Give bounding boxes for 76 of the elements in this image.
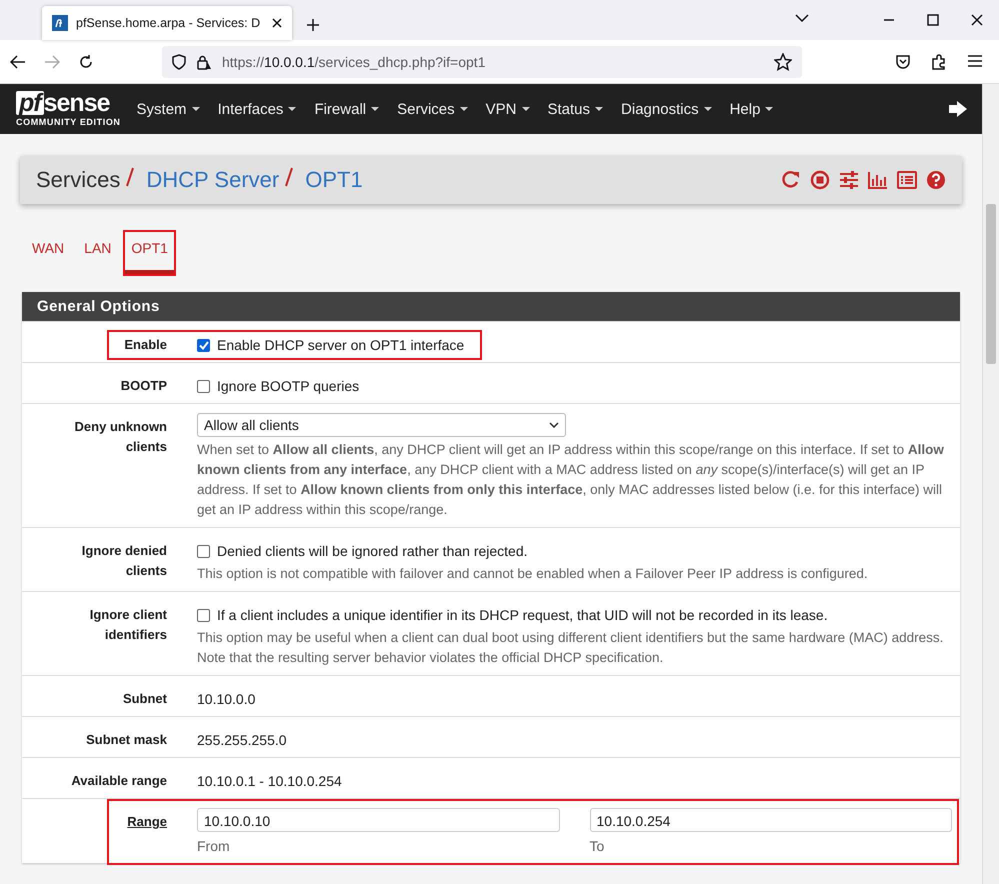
logo-text: sense [44,91,110,115]
slash-separator-icon [126,167,134,187]
field-label: Ignore client identifiers [88,606,167,644]
checkbox-label: Ignore BOOTP queries [217,377,360,396]
field-label: Subnet mask [86,731,167,749]
help-text: This option may be useful when a client can dual boot using different client identifiers but the same hardware (MAC) address. Note that the resulting server behavior violates the official DHCP specification. [197,629,944,667]
menu-item[interactable]: Services [397,100,468,118]
url-text: https://10.0.0.1/services_dhcp.php?if=opt1 [222,54,486,70]
field-value: 10.10.0.1 - 10.10.0.254 [197,773,342,789]
list-icon[interactable] [897,171,917,189]
field-label: Subnet [122,690,167,708]
menu-item[interactable]: Help [730,100,774,118]
breadcrumb-link[interactable]: DHCP Server [146,167,280,193]
slash-separator-icon [285,167,294,187]
maximize-icon[interactable] [927,14,939,26]
browser-tab[interactable]: pfSense.home.arpa - Services: D [42,6,292,40]
checkbox[interactable] [197,380,210,393]
scrollbar[interactable] [982,84,999,884]
field-label: Range [127,813,167,831]
menu-item[interactable]: VPN [486,100,530,118]
breadcrumb-text: Services [36,167,120,193]
address-bar[interactable]: https://10.0.0.1/services_dhcp.php?if=opt1 [162,46,802,78]
field-label: Enable [124,336,167,354]
reload-icon[interactable] [78,54,94,70]
menu-item[interactable]: Firewall [314,100,380,118]
logo-subtitle: COMMUNITY EDITION [16,117,121,127]
puzzle-icon[interactable] [931,54,947,70]
field-label: BOOTP [120,377,167,395]
menu-icon[interactable] [967,54,983,68]
pfsense-favicon-icon [52,15,68,31]
field-label: Ignore denied clients [80,542,167,580]
menu-item[interactable]: System [136,100,200,118]
checkbox-label: Enable DHCP server on OPT1 interface [217,336,464,355]
restart-icon[interactable] [781,170,801,190]
breadcrumb-link[interactable]: OPT1 [305,167,363,193]
close-icon[interactable] [272,18,282,28]
stop-icon[interactable] [810,170,830,190]
star-icon[interactable] [774,52,792,70]
field-caption: From [197,837,231,856]
bar-chart-icon[interactable] [868,171,888,189]
close-icon[interactable] [971,14,983,26]
lock-warning-icon [196,54,212,70]
field-label: Deny unknown clients [74,418,167,456]
logo-text: pf [16,91,44,115]
shield-icon [172,54,186,70]
input-field[interactable]: 10.10.0.10 [197,808,560,832]
field-label: Available range [71,772,167,790]
menu-item[interactable]: Interfaces [218,100,296,118]
help-text: When set to Allow all clients, any DHCP client will get an IP address within this scope/range on this interface. If set to Allow known clients from any interface, any DHCP client with a MAC address listed on any scope(s)/interface(s) will get an IP address. If set to Allow known clients from only this interface, only MAC addresses listed below (i.e. for this interface) will get an IP address within this scope/range. [197,441,945,519]
dropdown[interactable]: Allow all clients [197,413,566,437]
checkbox[interactable] [197,545,210,558]
scrollbar-thumb[interactable] [986,204,996,364]
tab-title: pfSense.home.arpa - Services: D [76,16,262,30]
help-icon[interactable] [926,170,946,190]
field-caption: To [590,837,606,856]
checkbox-label: Denied clients will be ignored rather than rejected. [217,542,528,561]
back-icon[interactable] [10,54,26,68]
menu-item[interactable]: Diagnostics [621,100,712,118]
new-tab-icon[interactable] [306,18,320,32]
checkbox[interactable] [197,609,210,622]
chevron-down-icon[interactable] [795,14,809,22]
checkbox[interactable] [197,339,210,352]
section-header: General Options [22,292,960,321]
tab[interactable]: OPT1 [125,232,174,274]
chevron-down-icon[interactable] [549,422,559,428]
help-text: This option is not compatible with failover and cannot be enabled when a Failover Peer IP address is configured. [197,565,869,583]
checkbox-label: If a client includes a unique identifier in its DHCP request, that UID will not be recorded in its lease. [217,606,828,625]
tab[interactable]: LAN [78,232,118,274]
field-value: 10.10.0.0 [197,691,256,707]
field-value: 255.255.255.0 [197,732,287,748]
tab[interactable]: WAN [26,232,70,274]
input-field[interactable]: 10.10.0.254 [590,808,952,832]
logout-icon[interactable] [948,100,968,118]
sliders-icon[interactable] [839,171,859,189]
pocket-icon[interactable] [895,54,911,70]
menu-item[interactable]: Status [548,100,604,118]
